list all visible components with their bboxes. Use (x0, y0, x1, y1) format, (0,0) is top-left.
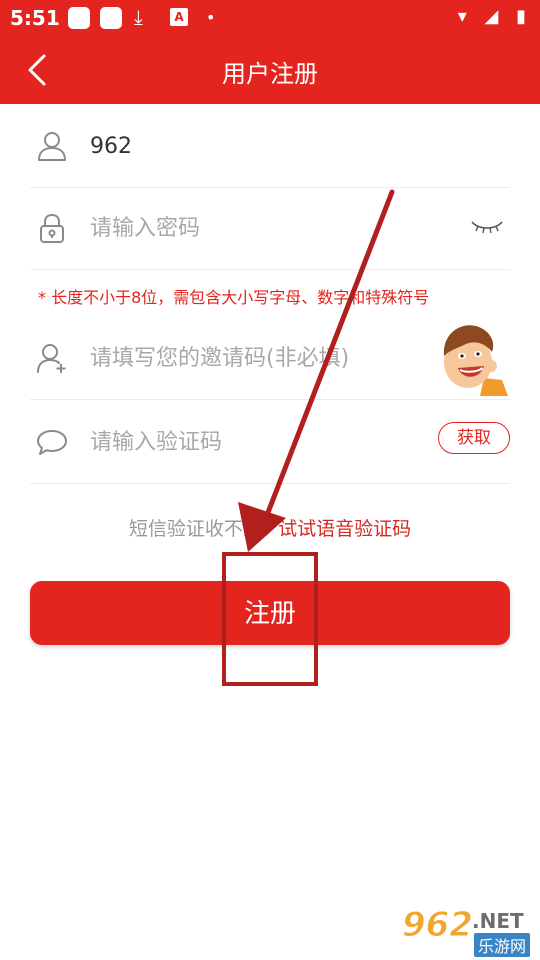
verification-code-row: 获取 (30, 400, 510, 484)
eye-closed-icon[interactable] (470, 216, 504, 236)
verification-code-input[interactable] (90, 422, 390, 462)
username-input[interactable] (90, 126, 450, 166)
invite-code-input[interactable] (90, 338, 450, 378)
status-bar: 5:51 ⤓ A • ▾ ◢ ▮ (0, 0, 540, 36)
status-time: 5:51 (10, 6, 60, 30)
voice-code-link[interactable]: 试试语音验证码 (278, 518, 411, 540)
register-button[interactable]: 注册 (30, 581, 510, 645)
more-notifications-icon: • (206, 8, 216, 27)
download-icon: ⤓ (134, 5, 143, 29)
watermark-number: 962 (402, 905, 474, 946)
app-header: 用户注册 (0, 36, 540, 104)
password-input[interactable] (90, 208, 450, 248)
password-row (30, 186, 510, 270)
get-code-button[interactable]: 获取 (438, 422, 510, 454)
watermark-suffix: .NET (472, 909, 524, 933)
voice-code-line: 短信验证收不到? 试试语音验证码 (0, 514, 540, 541)
site-watermark: 962 .NET 乐游网 (402, 905, 534, 957)
lock-icon (40, 213, 64, 243)
app-notification-icon: A (170, 8, 188, 26)
invite-code-row (30, 316, 510, 400)
page-title: 用户注册 (222, 60, 318, 88)
top-bar: 5:51 ⤓ A • ▾ ◢ ▮ 用户注册 (0, 0, 540, 104)
mascot-boy-image (443, 325, 508, 396)
username-row (30, 104, 510, 188)
password-requirement-hint: * 长度不小于8位，需包含大小写字母、数字和特殊符号 (38, 288, 430, 307)
add-user-icon (37, 344, 66, 373)
user-icon (38, 132, 66, 161)
voice-code-prompt: 短信验证收不到? (128, 518, 273, 540)
chat-bubble-icon (37, 430, 67, 455)
watermark-site-name: 乐游网 (474, 933, 531, 957)
notification-icon (100, 7, 122, 29)
wifi-signal-battery-icons: ▾ ◢ ▮ (457, 6, 532, 27)
notification-icon (68, 7, 90, 29)
